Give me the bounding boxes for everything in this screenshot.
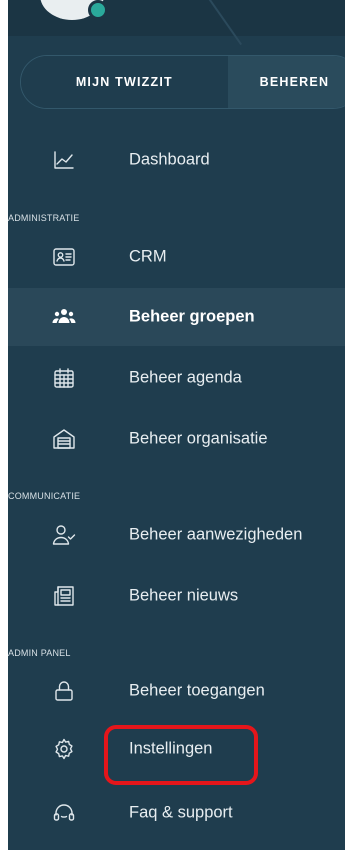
gear-icon bbox=[52, 737, 76, 761]
group-users-icon bbox=[52, 305, 76, 329]
chart-line-icon bbox=[52, 148, 76, 172]
sidebar-item-beheer-agenda[interactable]: Beheer agenda bbox=[8, 349, 345, 407]
calendar-icon bbox=[52, 366, 76, 390]
sidebar: MIJN TWIZZIT BEHEREN Dashboard ADMINISTR… bbox=[8, 0, 345, 850]
sidebar-item-label: CRM bbox=[129, 247, 167, 266]
headset-icon bbox=[52, 801, 76, 825]
sidebar-item-beheer-aanwezigheden[interactable]: Beheer aanwezigheden bbox=[8, 506, 345, 564]
sidebar-item-instellingen[interactable]: Instellingen bbox=[8, 720, 345, 778]
header-divider bbox=[205, 0, 243, 46]
sidebar-tabs: MIJN TWIZZIT BEHEREN bbox=[20, 55, 345, 109]
sidebar-item-label: Beheer organisatie bbox=[129, 429, 268, 448]
newspaper-icon bbox=[52, 584, 76, 608]
sidebar-item-label: Dashboard bbox=[129, 150, 210, 169]
section-administratie: ADMINISTRATIE bbox=[8, 213, 80, 223]
sidebar-item-label: Instellingen bbox=[129, 739, 213, 758]
sidebar-item-beheer-toegangen[interactable]: Beheer toegangen bbox=[8, 662, 345, 720]
logo-status-dot bbox=[88, 0, 108, 20]
sidebar-item-label: Beheer toegangen bbox=[129, 681, 265, 700]
section-communicatie: COMMUNICATIE bbox=[8, 491, 81, 501]
sidebar-item-label: Beheer aanwezigheden bbox=[129, 525, 303, 544]
sidebar-item-label: Beheer nieuws bbox=[129, 586, 239, 605]
tab-mijn-twizzit[interactable]: MIJN TWIZZIT bbox=[21, 56, 228, 108]
section-admin-panel: ADMIN PANEL bbox=[8, 648, 71, 658]
user-check-icon bbox=[52, 523, 76, 547]
sidebar-item-label: Beheer agenda bbox=[129, 368, 242, 387]
sidebar-item-dashboard[interactable]: Dashboard bbox=[8, 131, 345, 189]
sidebar-item-beheer-nieuws[interactable]: Beheer nieuws bbox=[8, 567, 345, 625]
sidebar-item-beheer-groepen[interactable]: Beheer groepen bbox=[8, 288, 345, 346]
sidebar-item-label: Beheer groepen bbox=[129, 307, 255, 326]
sidebar-item-crm[interactable]: CRM bbox=[8, 228, 345, 286]
sidebar-item-beheer-organisatie[interactable]: Beheer organisatie bbox=[8, 410, 345, 468]
tab-beheren[interactable]: BEHEREN bbox=[227, 56, 345, 108]
sidebar-header bbox=[8, 0, 345, 46]
contact-card-icon bbox=[52, 245, 76, 269]
lock-icon bbox=[52, 679, 76, 703]
sidebar-item-faq-support[interactable]: Faq & support bbox=[8, 784, 345, 842]
sidebar-item-label: Faq & support bbox=[129, 803, 233, 822]
building-icon bbox=[52, 427, 76, 451]
